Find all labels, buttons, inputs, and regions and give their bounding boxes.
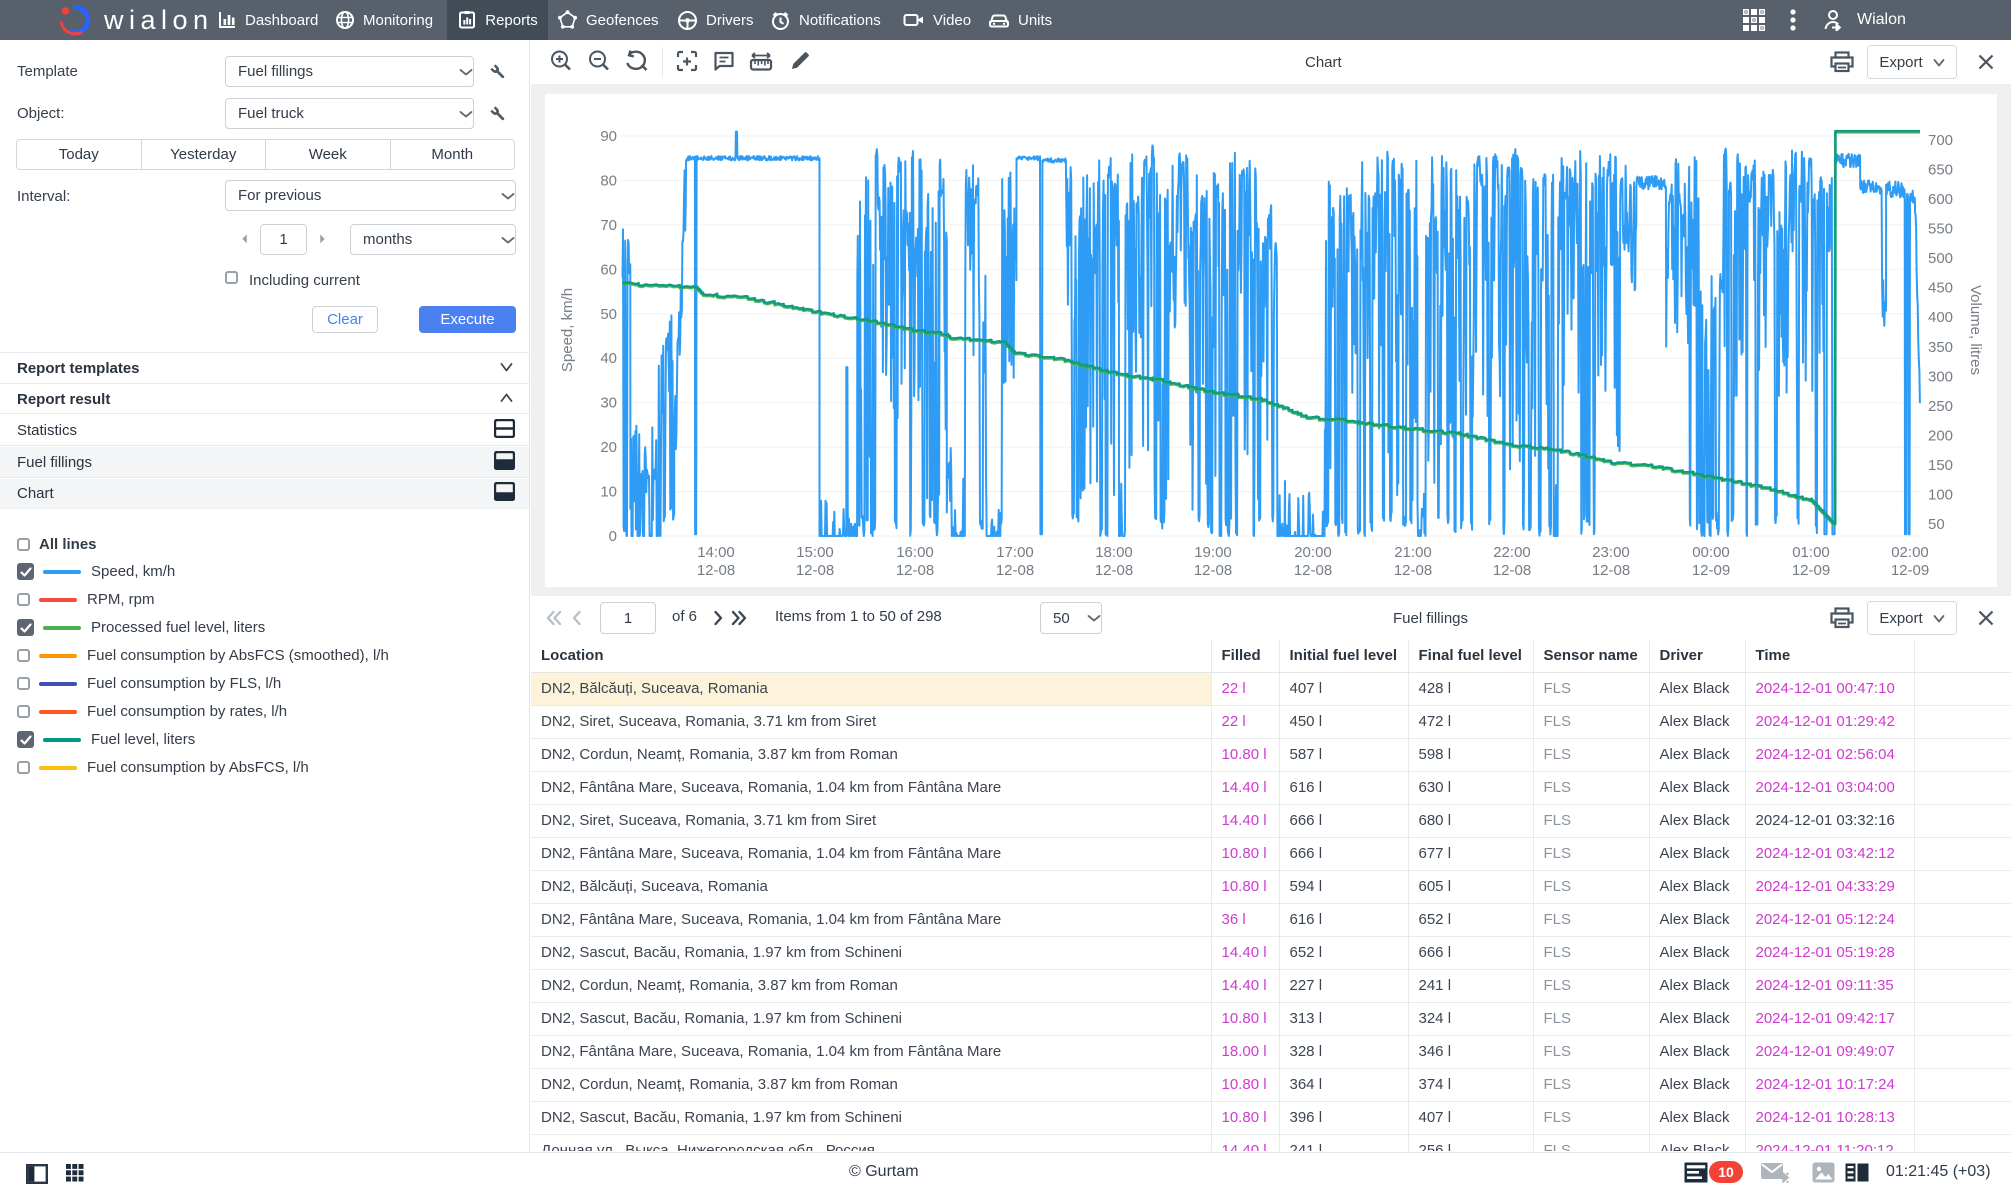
svg-text:14:00: 14:00 xyxy=(697,544,735,561)
svg-text:17:00: 17:00 xyxy=(996,544,1034,561)
svg-text:Volume, litres: Volume, litres xyxy=(1967,285,1984,375)
svg-text:15:00: 15:00 xyxy=(796,544,834,561)
svg-text:00:00: 00:00 xyxy=(1692,544,1730,561)
svg-text:30: 30 xyxy=(600,395,617,412)
svg-text:350: 350 xyxy=(1928,339,1953,356)
svg-text:12-08: 12-08 xyxy=(796,562,834,579)
svg-text:70: 70 xyxy=(600,217,617,234)
svg-text:12-08: 12-08 xyxy=(896,562,934,579)
svg-text:250: 250 xyxy=(1928,398,1953,415)
svg-text:23:00: 23:00 xyxy=(1592,544,1630,561)
svg-text:12-08: 12-08 xyxy=(1294,562,1332,579)
svg-text:650: 650 xyxy=(1928,162,1953,179)
svg-text:12-08: 12-08 xyxy=(1592,562,1630,579)
svg-text:12-09: 12-09 xyxy=(1692,562,1730,579)
svg-text:02:00: 02:00 xyxy=(1891,544,1929,561)
svg-text:550: 550 xyxy=(1928,221,1953,238)
svg-text:22:00: 22:00 xyxy=(1493,544,1531,561)
svg-text:12-08: 12-08 xyxy=(1394,562,1432,579)
svg-text:40: 40 xyxy=(600,350,617,367)
svg-text:600: 600 xyxy=(1928,191,1953,208)
svg-text:18:00: 18:00 xyxy=(1095,544,1133,561)
svg-text:12-08: 12-08 xyxy=(697,562,735,579)
svg-text:12-09: 12-09 xyxy=(1792,562,1830,579)
svg-text:200: 200 xyxy=(1928,427,1953,444)
svg-text:0: 0 xyxy=(609,528,617,545)
svg-text:21:00: 21:00 xyxy=(1394,544,1432,561)
svg-text:500: 500 xyxy=(1928,250,1953,267)
svg-text:90: 90 xyxy=(600,128,617,145)
svg-text:19:00: 19:00 xyxy=(1194,544,1232,561)
svg-text:400: 400 xyxy=(1928,309,1953,326)
svg-text:16:00: 16:00 xyxy=(896,544,934,561)
svg-text:50: 50 xyxy=(600,306,617,323)
svg-text:12-08: 12-08 xyxy=(1194,562,1232,579)
svg-text:12-08: 12-08 xyxy=(996,562,1034,579)
svg-text:100: 100 xyxy=(1928,487,1953,504)
svg-text:01:00: 01:00 xyxy=(1792,544,1830,561)
svg-text:12-09: 12-09 xyxy=(1891,562,1929,579)
svg-text:300: 300 xyxy=(1928,368,1953,385)
svg-text:150: 150 xyxy=(1928,457,1953,474)
svg-text:12-08: 12-08 xyxy=(1493,562,1531,579)
svg-text:700: 700 xyxy=(1928,132,1953,149)
svg-text:60: 60 xyxy=(600,261,617,278)
svg-text:50: 50 xyxy=(1928,516,1945,533)
svg-text:20: 20 xyxy=(600,439,617,456)
svg-text:12-08: 12-08 xyxy=(1095,562,1133,579)
svg-text:20:00: 20:00 xyxy=(1294,544,1332,561)
svg-text:80: 80 xyxy=(600,172,617,189)
svg-text:10: 10 xyxy=(600,484,617,501)
svg-text:Speed, km/h: Speed, km/h xyxy=(559,288,576,372)
svg-text:450: 450 xyxy=(1928,280,1953,297)
